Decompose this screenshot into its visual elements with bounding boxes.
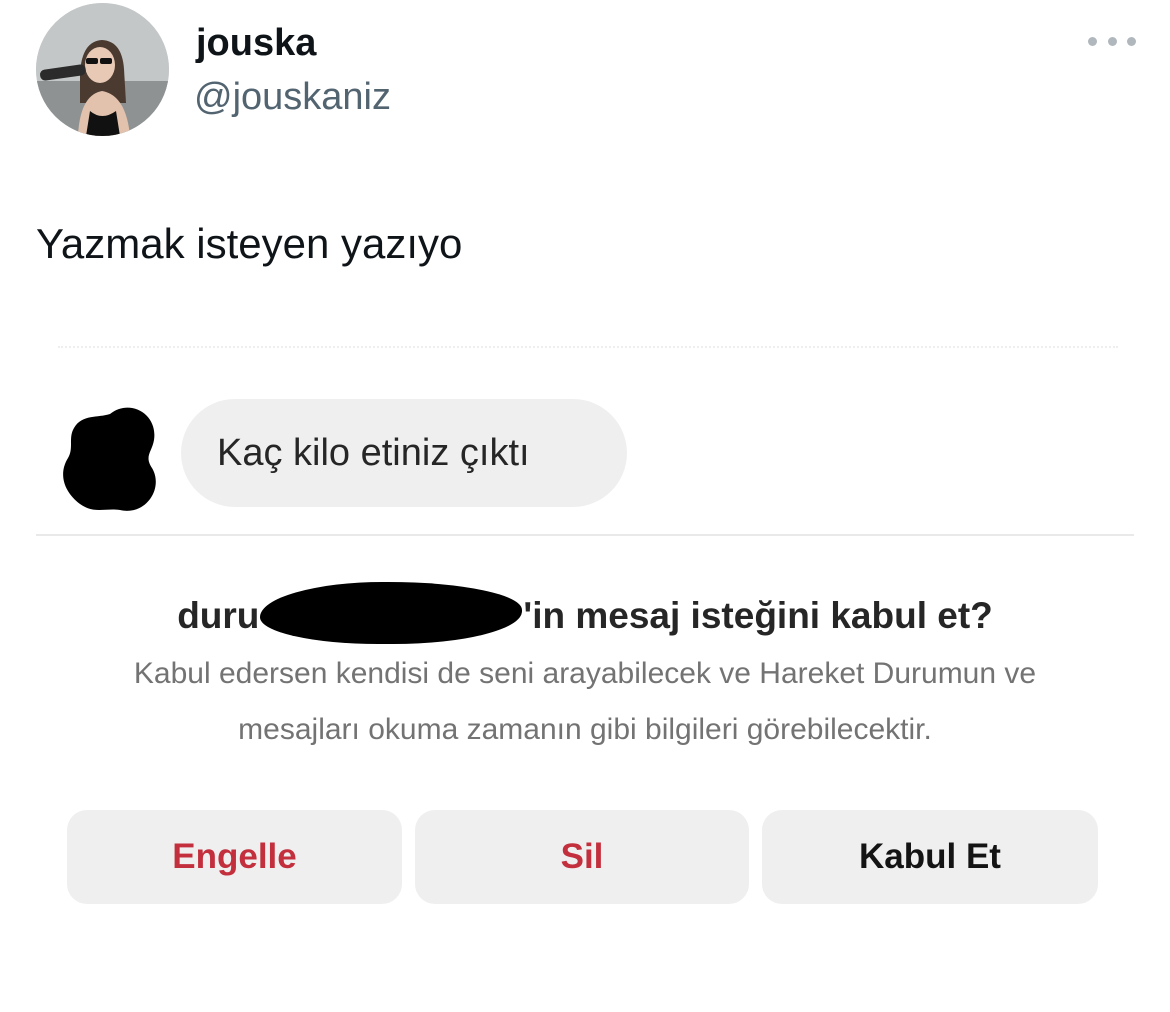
display-name[interactable]: jouska [196,21,316,65]
message-text: Kaç kilo etiniz çıktı [217,431,530,474]
tweet-text: Yazmak isteyen yazıyo [36,220,463,267]
request-question: 'in mesaj isteğini kabul et? [523,595,993,636]
dot [1127,36,1136,46]
request-description: Kabul edersen kendisi de seni arayabilec… [0,646,1170,758]
description-line: Kabul edersen kendisi de seni arayabilec… [133,657,1037,690]
avatar-photo [36,3,169,136]
sender-name-prefix: duru [177,595,260,636]
redaction-mark [260,582,523,644]
avatar[interactable] [36,3,169,136]
description-line: mesajları okuma zamanın gibi bilgileri g… [238,713,932,746]
message-bubble: Kaç kilo etiniz çıktı [181,399,627,507]
more-horizontal-icon[interactable] [1088,29,1136,53]
dot [1107,36,1117,46]
divider [58,346,1118,348]
divider [36,534,1134,536]
request-title: duru 'in mesaj isteğini kabul et? [0,582,1170,646]
accept-button[interactable]: Kabul Et [762,810,1098,904]
dot [1088,36,1097,46]
tweet-header: jouska @jouskaniz [36,3,1136,138]
block-button[interactable]: Engelle [67,810,402,904]
delete-button[interactable]: Sil [415,810,749,904]
redacted-avatar [63,407,156,511]
user-handle[interactable]: @jouskaniz [194,75,391,119]
